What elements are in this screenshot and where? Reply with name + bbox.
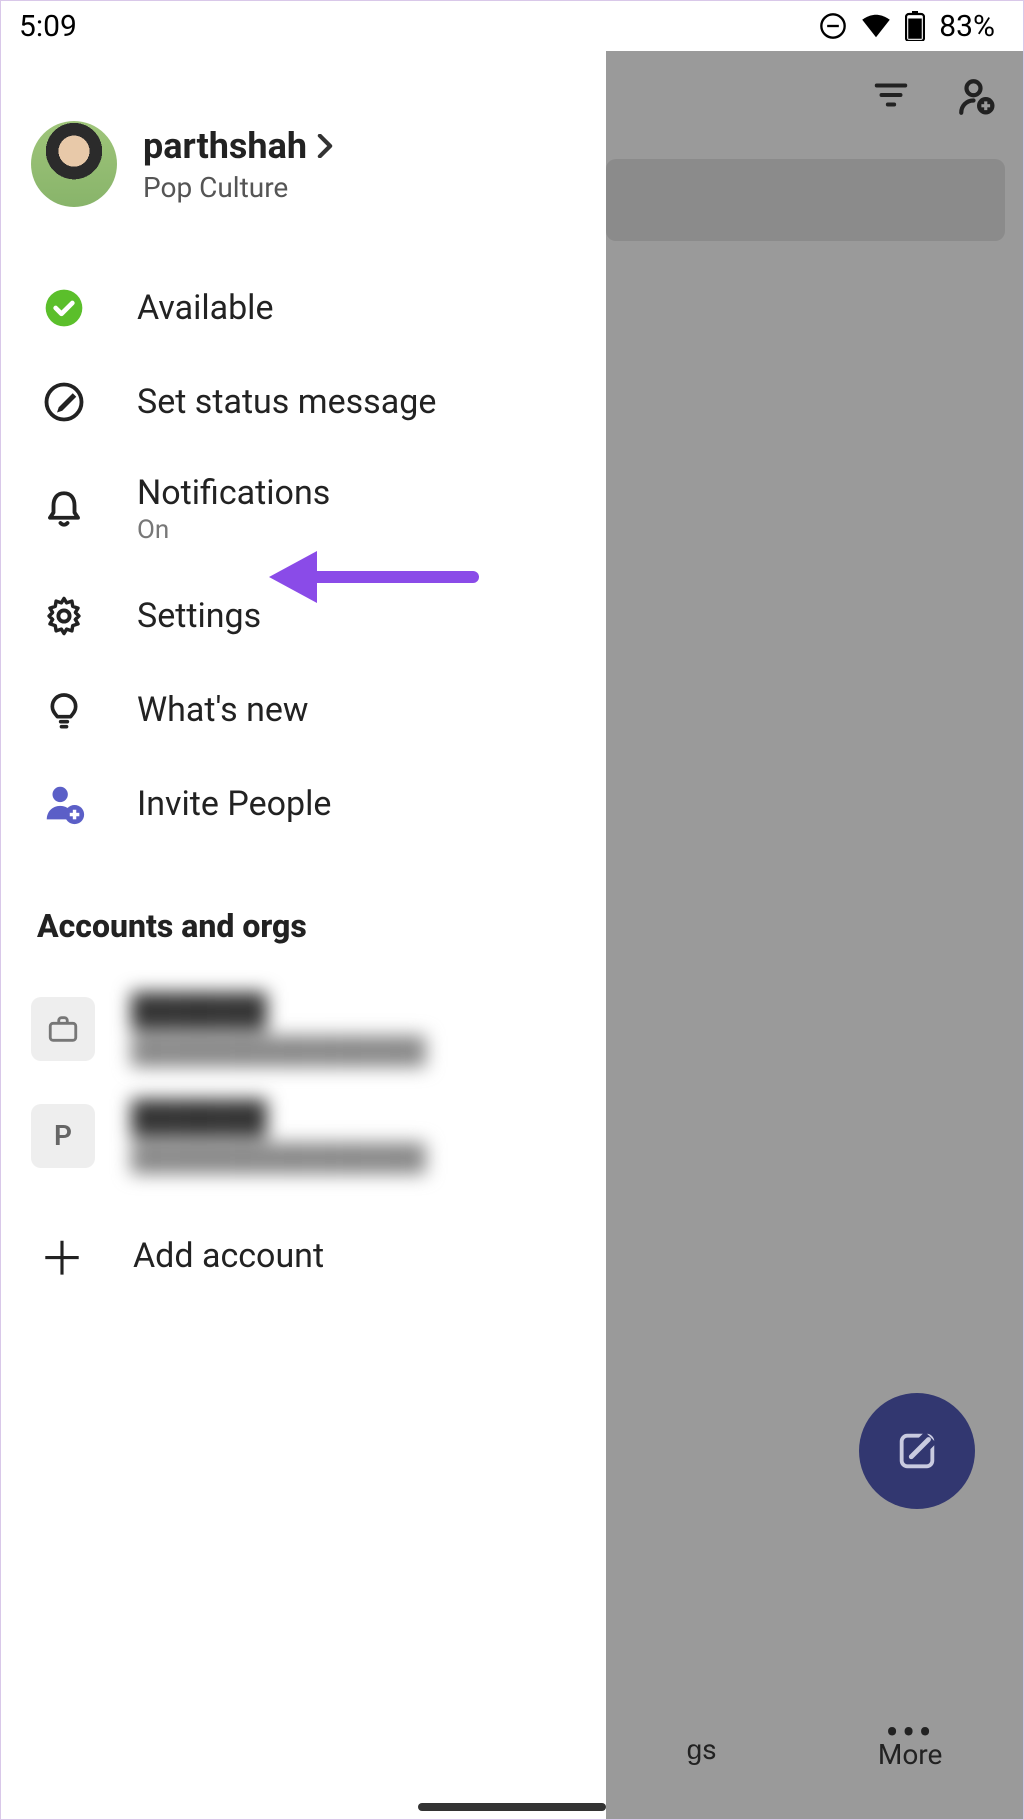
accounts-section-header: Accounts and orgs: [37, 907, 576, 945]
navigation-drawer: parthshah Pop Culture Available Set stat…: [1, 51, 606, 1819]
menu-item-invite-people[interactable]: Invite People: [31, 757, 576, 851]
menu-item-whats-new[interactable]: What's new: [31, 663, 576, 757]
menu-item-available[interactable]: Available: [31, 261, 576, 355]
menu-item-set-status[interactable]: Set status message: [31, 355, 576, 449]
add-account-label: Add account: [133, 1236, 324, 1276]
avatar: [31, 121, 117, 207]
edit-status-icon: [43, 381, 85, 423]
bell-icon: [43, 488, 85, 530]
available-status-icon: [44, 288, 84, 328]
plus-icon: ＋: [39, 1223, 85, 1289]
do-not-disturb-icon: [819, 12, 847, 40]
background-top-icons: [872, 76, 998, 118]
screen: 5:09 83% ɡs ••• More: [0, 0, 1024, 1820]
menu-label: What's new: [137, 690, 308, 730]
account-row[interactable]: P ██████ ████████████████: [31, 1082, 576, 1189]
account-initial-badge: P: [31, 1104, 95, 1168]
more-icon: •••: [878, 1728, 943, 1738]
battery-icon: [905, 11, 925, 41]
background-area: ɡs ••• More: [606, 51, 1023, 1819]
menu-label: Notifications: [137, 473, 330, 513]
menu-sublabel: On: [137, 515, 330, 545]
menu: Available Set status message Notificatio…: [31, 261, 576, 851]
nav-item-label: ɡs: [687, 1733, 717, 1766]
profile-subtitle: Pop Culture: [143, 171, 333, 204]
nav-item-label: More: [878, 1738, 943, 1771]
nav-item-partial[interactable]: ɡs: [687, 1733, 717, 1766]
menu-label: Invite People: [137, 784, 331, 824]
clock-text: 5:09: [19, 9, 77, 44]
compose-icon: [894, 1428, 940, 1474]
gear-icon: [43, 595, 85, 637]
menu-label: Settings: [137, 596, 261, 636]
compose-fab[interactable]: [859, 1393, 975, 1509]
chevron-right-icon: [317, 134, 333, 158]
account-blurred-text: ██████ ████████████████: [131, 1098, 426, 1173]
background-search-bar: [606, 159, 1005, 241]
status-right: 83%: [819, 9, 995, 44]
wifi-icon: [861, 11, 891, 41]
battery-percent-text: 83%: [939, 9, 995, 44]
account-row[interactable]: ██████ ████████████████: [31, 975, 576, 1082]
menu-label: Available: [137, 288, 273, 328]
nav-item-more[interactable]: ••• More: [878, 1728, 943, 1771]
filter-icon[interactable]: [872, 76, 910, 114]
invite-people-icon: [41, 781, 87, 827]
add-account-button[interactable]: ＋ Add account: [31, 1189, 576, 1289]
profile-row[interactable]: parthshah Pop Culture: [31, 121, 576, 207]
home-indicator[interactable]: [418, 1803, 606, 1811]
menu-item-settings[interactable]: Settings: [31, 569, 576, 663]
account-blurred-text: ██████ ████████████████: [131, 991, 426, 1066]
background-bottom-nav: ɡs ••• More: [606, 1679, 1023, 1819]
briefcase-icon: [31, 997, 95, 1061]
lightbulb-icon: [44, 690, 84, 730]
status-bar: 5:09 83%: [1, 1, 1023, 51]
add-contact-icon[interactable]: [956, 76, 998, 118]
profile-name-text: parthshah: [143, 125, 307, 167]
menu-label: Set status message: [137, 382, 436, 422]
menu-item-notifications[interactable]: Notifications On: [31, 449, 576, 569]
